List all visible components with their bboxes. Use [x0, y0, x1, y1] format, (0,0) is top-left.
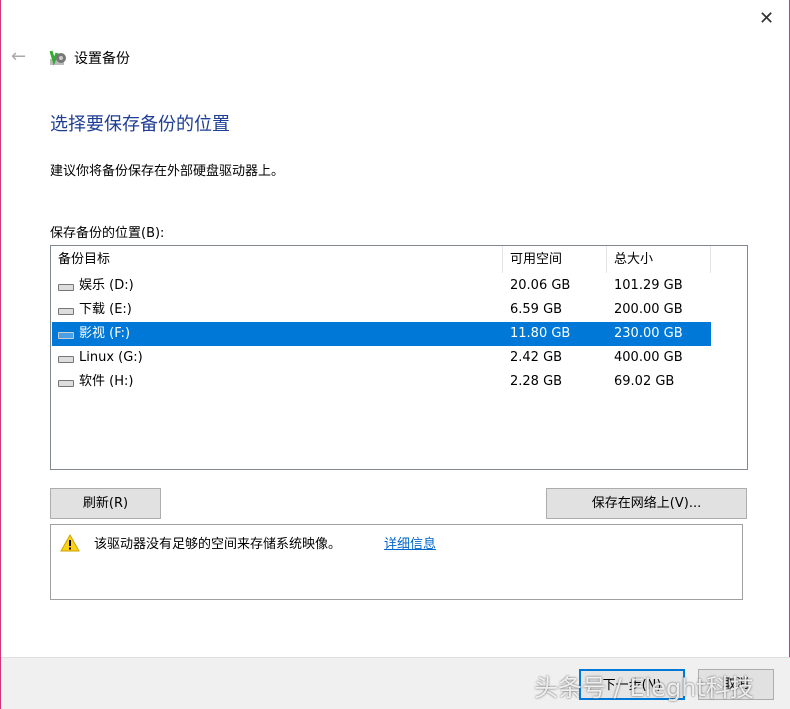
column-header-free-space[interactable]: 可用空间 [503, 246, 607, 273]
save-on-network-button[interactable]: 保存在网络上(V)... [546, 488, 747, 519]
column-header-target[interactable]: 备份目标 [51, 246, 503, 273]
warning-text: 该驱动器没有足够的空间来存储系统映像。 [94, 537, 342, 552]
free-space: 6.59 GB [510, 302, 563, 317]
location-label: 保存备份的位置(B): [50, 226, 165, 241]
window-title: 设置备份 [74, 51, 130, 67]
warning-panel: 该驱动器没有足够的空间来存储系统映像。 详细信息 [50, 524, 743, 600]
back-button[interactable]: ← [11, 46, 26, 67]
cancel-button[interactable]: 取消 [698, 669, 774, 700]
refresh-button[interactable]: 刷新(R) [50, 488, 161, 519]
drive-icon [58, 356, 74, 363]
total-size: 101.29 GB [614, 278, 683, 293]
total-size: 69.02 GB [614, 374, 675, 389]
total-size: 200.00 GB [614, 302, 683, 317]
drive-name: 影视 (F:) [79, 326, 131, 341]
next-button[interactable]: 下一步(N) [579, 669, 685, 700]
drive-name: 软件 (H:) [79, 374, 134, 389]
drive-row[interactable]: 下载 (E:) 6.59 GB 200.00 GB [52, 298, 711, 322]
free-space: 20.06 GB [510, 278, 571, 293]
drive-icon [58, 332, 74, 339]
page-title: 选择要保存备份的位置 [50, 114, 230, 135]
free-space: 2.42 GB [510, 350, 563, 365]
warning-icon [60, 534, 80, 552]
drive-icon [58, 284, 74, 291]
drive-name: 娱乐 (D:) [79, 278, 134, 293]
total-size: 230.00 GB [614, 326, 683, 341]
column-header-total-size[interactable]: 总大小 [607, 246, 711, 273]
backup-destination-list[interactable]: 备份目标 可用空间 总大小 娱乐 (D:) 20.06 GB 101.29 GB 下载… [50, 245, 748, 470]
free-space: 2.28 GB [510, 374, 563, 389]
free-space: 11.80 GB [510, 326, 571, 341]
close-button[interactable]: ✕ [759, 8, 774, 29]
drive-icon [58, 308, 74, 315]
details-link[interactable]: 详细信息 [384, 533, 436, 552]
drive-row[interactable]: 软件 (H:) 2.28 GB 69.02 GB [52, 370, 711, 394]
drive-row[interactable]: 影视 (F:) 11.80 GB 230.00 GB [52, 322, 711, 346]
backup-icon [49, 50, 66, 66]
description: 建议你将备份保存在外部硬盘驱动器上。 [50, 164, 285, 179]
total-size: 400.00 GB [614, 350, 683, 365]
drive-icon [58, 380, 74, 387]
drive-row[interactable]: Linux (G:) 2.42 GB 400.00 GB [52, 346, 711, 370]
drive-name: 下载 (E:) [79, 302, 132, 317]
drive-name: Linux (G:) [79, 350, 143, 365]
drive-row[interactable]: 娱乐 (D:) 20.06 GB 101.29 GB [52, 274, 711, 298]
